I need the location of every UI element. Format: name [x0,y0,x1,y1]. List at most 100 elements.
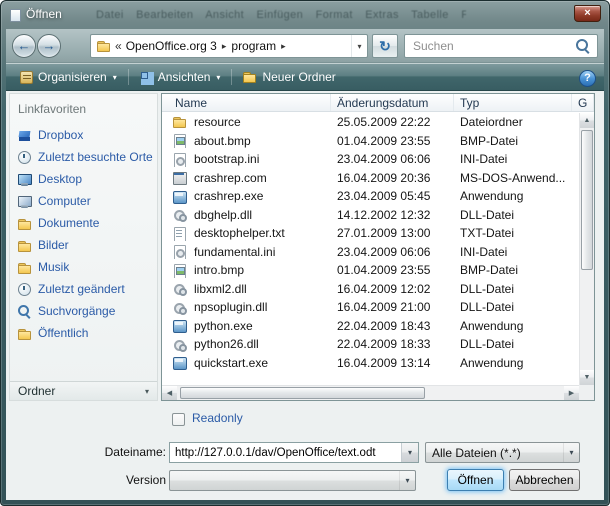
sidebar-item-label: Computer [38,194,91,208]
cancel-button[interactable]: Abbrechen [509,469,580,491]
table-row[interactable]: crashrep.exe 23.04.2009 05:45 Anwendung [162,187,579,206]
table-row[interactable]: bootstrap.ini 23.04.2009 06:06 INI-Datei [162,150,579,169]
filetype-combobox[interactable]: Alle Dateien (*.*) ▾ [425,442,580,463]
readonly-label: Readonly [192,411,243,425]
table-row[interactable]: desktophelper.txt 27.01.2009 13:00 TXT-D… [162,224,579,243]
filename-value[interactable]: http://127.0.0.1/dav/OpenOffice/text.odt [170,447,401,459]
navigation-bar: ← → « OpenOffice.org 3 ▸ program ▸ ▾ ↻ S… [6,29,604,63]
chevron-down-icon: ▾ [145,387,149,396]
column-header-date[interactable]: Änderungsdatum [331,94,454,111]
refresh-button[interactable]: ↻ [372,34,398,58]
open-button[interactable]: Öffnen [447,469,504,491]
breadcrumb-item[interactable]: OpenOffice.org 3 [124,39,219,53]
table-row[interactable]: fundamental.ini 23.04.2009 06:06 INI-Dat… [162,243,579,262]
titlebar[interactable]: Datei Bearbeiten Ansicht Einfügen Format… [1,1,609,29]
favorites-sidebar: Linkfavoriten Dropbox Zuletzt besuchte O… [9,93,158,401]
file-type: DLL-Datei [454,300,572,314]
sidebar-item[interactable]: Öffentlich [10,322,157,344]
file-date: 27.01.2009 13:00 [331,226,454,240]
address-dropdown-button[interactable]: ▾ [351,35,367,57]
sidebar-item[interactable]: Bilder [10,234,157,256]
breadcrumb-overflow-chevrons[interactable]: « [115,39,122,53]
sidebar-item[interactable]: Dokumente [10,212,157,234]
sidebar-item[interactable]: Musik [10,256,157,278]
file-name: dbghelp.dll [194,208,252,222]
column-header-type[interactable]: Typ [454,94,572,111]
table-row[interactable]: dbghelp.dll 14.12.2002 12:32 DLL-Datei [162,206,579,225]
back-button[interactable]: ← [12,34,36,58]
table-row[interactable]: libxml2.dll 16.04.2009 12:02 DLL-Datei [162,280,579,299]
readonly-checkbox[interactable] [172,413,185,426]
views-button[interactable]: Ansichten ▾ [132,66,229,88]
sidebar-item[interactable]: Desktop [10,168,157,190]
sidebar-items: Dropbox Zuletzt besuchte Orte Desktop Co… [10,124,157,344]
search-input[interactable]: Suchen [404,34,598,58]
sidebar-item[interactable]: Dropbox [10,124,157,146]
computer-icon [17,194,32,209]
horizontal-scrollbar[interactable]: ◀ ▶ [162,385,579,400]
forward-button[interactable]: → [37,34,61,58]
table-row[interactable]: about.bmp 01.04.2009 23:55 BMP-Datei [162,132,579,151]
folders-pane-toggle[interactable]: Ordner ▾ [10,381,157,400]
version-combobox[interactable]: ▾ [169,470,416,491]
table-row[interactable]: npsoplugin.dll 16.04.2009 21:00 DLL-Date… [162,298,579,317]
address-breadcrumb[interactable]: « OpenOffice.org 3 ▸ program ▸ ▾ [90,34,368,58]
file-rows: resource 25.05.2009 22:22 Dateiordner ab… [162,113,579,385]
ini-file-icon [172,152,187,167]
folder-file-icon [172,115,187,130]
chevron-down-icon: ▾ [399,471,415,490]
filename-dropdown-button[interactable]: ▾ [401,443,418,462]
sidebar-item[interactable]: Computer [10,190,157,212]
filename-combobox[interactable]: http://127.0.0.1/dav/OpenOffice/text.odt… [169,442,419,463]
close-icon: × [584,7,590,19]
breadcrumb-item[interactable]: program [229,39,278,53]
vertical-scroll-thumb[interactable] [581,130,593,270]
folder-icon [17,216,32,231]
back-arrow-icon: ← [18,38,31,53]
scroll-left-button[interactable]: ◀ [162,386,177,400]
organize-button[interactable]: Organisieren ▾ [12,66,125,88]
scroll-down-button[interactable]: ▼ [580,370,594,385]
crumb-separator-icon[interactable]: ▸ [278,41,289,52]
file-date: 23.04.2009 05:45 [331,189,454,203]
file-type: DLL-Datei [454,282,572,296]
dll-file-icon [172,337,187,352]
dll-file-icon [172,300,187,315]
file-date: 01.04.2009 23:55 [331,263,454,277]
close-button[interactable]: × [574,5,601,22]
table-row[interactable]: python26.dll 22.04.2009 18:33 DLL-Datei [162,335,579,354]
file-date: 01.04.2009 23:55 [331,134,454,148]
search-icon[interactable] [576,39,590,53]
file-date: 16.04.2009 20:36 [331,171,454,185]
table-row[interactable]: quickstart.exe 16.04.2009 13:14 Anwendun… [162,354,579,373]
file-name: libxml2.dll [194,282,247,296]
left-arrow-icon: ◀ [167,389,172,397]
toolbar-separator [231,69,232,85]
table-row[interactable]: intro.bmp 01.04.2009 23:55 BMP-Datei [162,261,579,280]
help-button[interactable]: ? [579,70,596,87]
table-row[interactable]: python.exe 22.04.2009 18:43 Anwendung [162,317,579,336]
sidebar-item[interactable]: Suchvorgänge [10,300,157,322]
file-type: MS-DOS-Anwend... [454,171,572,185]
up-arrow-icon: ▲ [584,117,591,124]
com-file-icon [172,170,187,185]
views-icon [140,71,153,84]
sidebar-item-label: Zuletzt geändert [38,282,125,296]
sidebar-item[interactable]: Zuletzt besuchte Orte [10,146,157,168]
table-row[interactable]: resource 25.05.2009 22:22 Dateiordner [162,113,579,132]
column-header-name[interactable]: Name [162,94,331,111]
vertical-scrollbar[interactable]: ▲ ▼ [579,113,594,385]
crumb-separator-icon[interactable]: ▸ [219,41,230,52]
scroll-right-button[interactable]: ▶ [564,386,579,400]
scroll-up-button[interactable]: ▲ [580,113,594,128]
sidebar-item-label: Dokumente [38,216,99,230]
new-folder-button[interactable]: Neuer Ordner [235,66,343,88]
column-header-size[interactable]: G [572,94,594,111]
chevron-down-icon: ▾ [357,42,361,51]
dll-file-icon [172,207,187,222]
table-row[interactable]: crashrep.com 16.04.2009 20:36 MS-DOS-Anw… [162,169,579,188]
file-type: Anwendung [454,189,572,203]
sidebar-item[interactable]: Zuletzt geändert [10,278,157,300]
horizontal-scroll-thumb[interactable] [180,387,425,399]
folder-icon [17,326,32,341]
